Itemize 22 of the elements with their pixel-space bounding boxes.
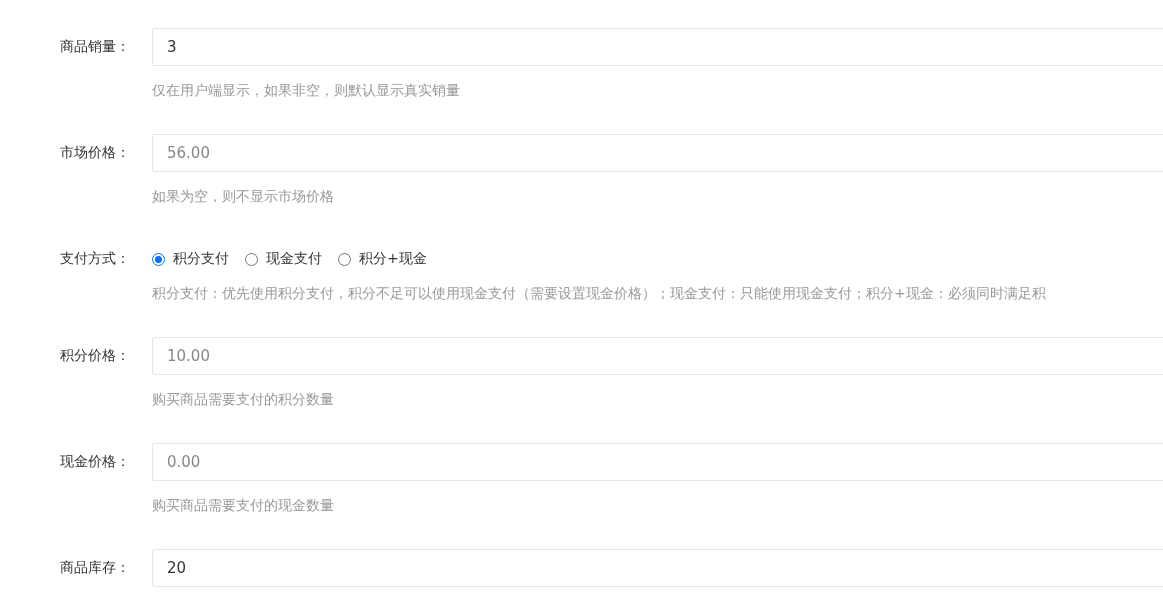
text-field[interactable]: 0.00 xyxy=(152,443,1163,481)
field-label: 现金价格： xyxy=(59,453,130,471)
hint-text: 购买商品需要支付的积分数量 xyxy=(152,390,335,409)
text-field[interactable]: 10.00 xyxy=(152,337,1163,375)
radio-label[interactable]: 积分支付 xyxy=(173,250,229,268)
radio-label[interactable]: 现金支付 xyxy=(266,250,322,268)
field-label: 商品销量： xyxy=(59,38,130,56)
radio-button[interactable] xyxy=(338,252,351,266)
radio-button[interactable] xyxy=(152,252,165,266)
hint-text: 积分支付：优先使用积分支付，积分不足可以使用现金支付（需要设置现金价格）；现金支付：只能使用现金支付；积分+现金：必须同时满足积 xyxy=(152,284,1047,303)
field-label: 市场价格： xyxy=(59,144,130,162)
text-field[interactable]: 3 xyxy=(152,28,1163,66)
hint-text: 购买商品需要支付的现金数量 xyxy=(152,496,335,515)
hint-text: 仅在用户端显示，如果非空，则默认显示真实销量 xyxy=(152,81,461,100)
text-field[interactable]: 56.00 xyxy=(152,134,1163,172)
hint-text: 如果为空，则不显示市场价格 xyxy=(152,187,335,206)
radio-button[interactable] xyxy=(245,252,258,266)
text-field[interactable]: 20 xyxy=(152,549,1163,587)
field-label: 支付方式： xyxy=(59,250,130,268)
field-label: 商品库存： xyxy=(59,559,130,577)
field-label: 积分价格： xyxy=(59,347,130,365)
radio-label[interactable]: 积分+现金 xyxy=(359,250,427,268)
